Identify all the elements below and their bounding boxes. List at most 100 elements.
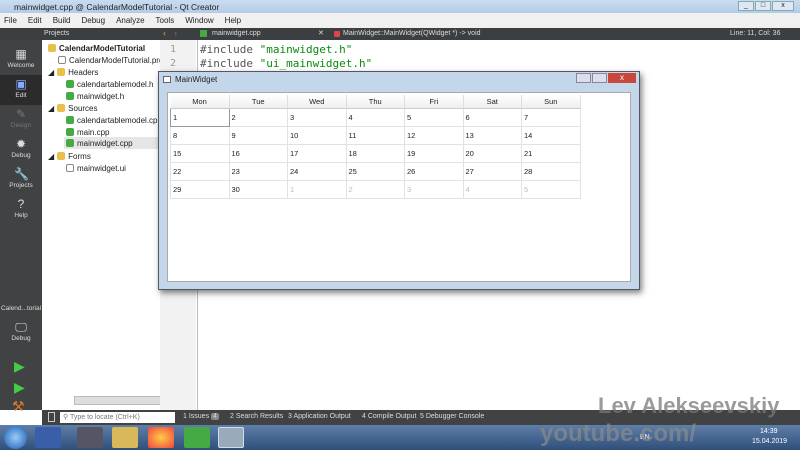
dialog-minimize-button[interactable] <box>576 73 591 83</box>
day-cell[interactable]: 29 <box>170 179 230 199</box>
day-cell[interactable]: 16 <box>228 143 288 163</box>
dialog-close-button[interactable]: x <box>608 73 636 83</box>
day-cell[interactable]: 27 <box>462 161 522 181</box>
menu-build[interactable]: Build <box>53 16 71 28</box>
taskbar-firefox-icon[interactable] <box>148 427 174 448</box>
mode-design[interactable]: ✎ Design <box>0 105 42 135</box>
calendar-table-view[interactable]: Mon Tue Wed Thu Fri Sat Sun 1 2 3 4 5 6 7 8 9 10 11 12 13 1… <box>167 92 631 282</box>
locator-input[interactable]: ⚲ Type to locate (Ctrl+K) <box>60 412 175 423</box>
menu-help[interactable]: Help <box>225 16 241 28</box>
day-cell[interactable]: 14 <box>521 125 581 145</box>
day-cell[interactable]: 21 <box>521 143 581 163</box>
tree-item-file[interactable]: calendartablemodel.cpp <box>66 114 162 126</box>
day-cell[interactable]: 20 <box>462 143 522 163</box>
day-cell[interactable]: 18 <box>345 143 405 163</box>
mode-edit[interactable]: ▣ Edit <box>0 75 42 105</box>
menu-window[interactable]: Window <box>185 16 213 28</box>
tree-item-forms[interactable]: ◢ Forms <box>48 150 91 162</box>
mode-help[interactable]: ? Help <box>0 195 42 225</box>
dialog-maximize-button[interactable] <box>592 73 607 83</box>
tab-application-output[interactable]: 3 Application Output <box>288 413 351 420</box>
day-cell[interactable]: 17 <box>287 143 347 163</box>
day-cell[interactable]: 15 <box>170 143 230 163</box>
day-cell[interactable]: 19 <box>404 143 464 163</box>
column-header-sun[interactable]: Sun <box>521 95 581 109</box>
tab-debugger-console[interactable]: 5 Debugger Console <box>420 413 484 420</box>
day-cell[interactable]: 23 <box>228 161 288 181</box>
projects-selector[interactable]: Projects <box>44 30 69 37</box>
day-cell[interactable]: 2 <box>228 107 288 127</box>
column-header-fri[interactable]: Fri <box>404 95 464 109</box>
day-cell[interactable]: 6 <box>462 107 522 127</box>
day-cell[interactable]: 3 <box>404 179 464 199</box>
taskbar-explorer-icon[interactable] <box>112 427 138 448</box>
open-file-selector[interactable]: mainwidget.cpp <box>212 30 261 37</box>
tab-issues[interactable]: 1 Issues 4 <box>183 413 219 420</box>
day-cell[interactable]: 11 <box>345 125 405 145</box>
day-cell[interactable]: 7 <box>521 107 581 127</box>
table-row: 8 9 10 11 12 13 14 <box>170 125 581 145</box>
tree-item-file[interactable]: calendartablemodel.h <box>66 78 154 90</box>
tree-item-project[interactable]: CalendarModelTutorial <box>48 42 145 54</box>
day-cell[interactable]: 25 <box>345 161 405 181</box>
clock-time[interactable]: 14:39 <box>760 428 778 435</box>
taskbar-clapper-app-icon[interactable] <box>77 427 103 448</box>
menu-analyze[interactable]: Analyze <box>116 16 144 28</box>
day-cell[interactable]: 10 <box>287 125 347 145</box>
symbol-selector[interactable]: MainWidget::MainWidget(QWidget *) -> voi… <box>343 30 481 37</box>
kit-selector[interactable]: 🖵 Debug <box>0 318 42 348</box>
clock-date[interactable]: 15.04.2019 <box>752 438 787 445</box>
column-header-tue[interactable]: Tue <box>229 95 288 109</box>
tab-search-results[interactable]: 2 Search Results <box>230 413 283 420</box>
day-cell[interactable]: 1 <box>287 179 347 199</box>
day-cell[interactable]: 1 <box>170 107 230 127</box>
tree-item-headers[interactable]: ◢ Headers <box>48 66 98 78</box>
day-cell[interactable]: 24 <box>287 161 347 181</box>
day-cell[interactable]: 13 <box>462 125 522 145</box>
close-button[interactable]: x <box>772 1 794 11</box>
day-cell[interactable]: 28 <box>521 161 581 181</box>
day-cell[interactable]: 4 <box>462 179 522 199</box>
menu-tools[interactable]: Tools <box>156 16 175 28</box>
day-cell[interactable]: 5 <box>521 179 581 199</box>
taskbar-save-app-icon[interactable] <box>35 427 61 448</box>
day-cell[interactable]: 26 <box>404 161 464 181</box>
column-header-sat[interactable]: Sat <box>463 95 522 109</box>
tab-compile-output[interactable]: 4 Compile Output <box>362 413 416 420</box>
day-cell[interactable]: 5 <box>404 107 464 127</box>
mode-welcome[interactable]: ▦ Welcome <box>0 45 42 75</box>
toggle-sidebar-icon[interactable] <box>48 412 55 422</box>
column-header-thu[interactable]: Thu <box>346 95 405 109</box>
tree-item-file[interactable]: mainwidget.ui <box>66 162 126 174</box>
menu-file[interactable]: File <box>4 16 17 28</box>
tree-item-pro[interactable]: CalendarModelTutorial.pro <box>58 54 163 66</box>
mode-projects[interactable]: 🔧 Projects <box>0 165 42 195</box>
menu-edit[interactable]: Edit <box>28 16 42 28</box>
close-file-icon[interactable]: ✕ <box>318 29 324 37</box>
run-icon[interactable]: ▶ <box>14 358 25 375</box>
day-cell[interactable]: 2 <box>345 179 405 199</box>
taskbar-mainwidget-icon[interactable] <box>218 427 244 448</box>
forward-icon[interactable]: › <box>174 28 177 38</box>
back-icon[interactable]: ‹ <box>163 28 166 38</box>
build-hammer-icon[interactable]: ⚒ <box>12 398 25 415</box>
day-cell[interactable]: 12 <box>404 125 464 145</box>
tree-item-sources[interactable]: ◢ Sources <box>48 102 98 114</box>
day-cell[interactable]: 22 <box>170 161 230 181</box>
day-cell[interactable]: 8 <box>170 125 230 145</box>
menu-debug[interactable]: Debug <box>81 16 105 28</box>
day-cell[interactable]: 9 <box>228 125 288 145</box>
mode-debug[interactable]: ✹ Debug <box>0 135 42 165</box>
minimize-button[interactable]: _ <box>738 1 754 11</box>
day-cell[interactable]: 3 <box>287 107 347 127</box>
day-cell[interactable]: 30 <box>228 179 288 199</box>
tree-item-file[interactable]: mainwidget.h <box>66 90 124 102</box>
column-header-wed[interactable]: Wed <box>287 95 347 109</box>
taskbar-qtcreator-icon[interactable] <box>184 427 210 448</box>
maximize-button[interactable]: □ <box>755 1 771 11</box>
column-header-mon[interactable]: Mon <box>170 95 230 109</box>
source-file-icon <box>66 139 74 147</box>
debug-run-icon[interactable]: ▶ <box>14 379 25 396</box>
day-cell[interactable]: 4 <box>345 107 405 127</box>
start-button[interactable] <box>4 426 27 449</box>
